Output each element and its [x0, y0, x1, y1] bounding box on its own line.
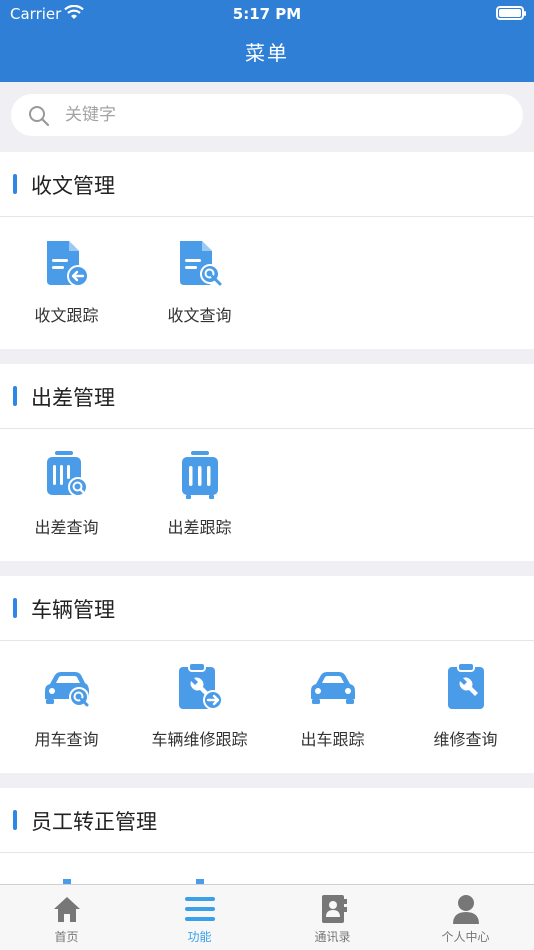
tab-functions[interactable]: 功能: [133, 885, 266, 950]
section-accent-bar: [13, 174, 17, 194]
contacts-book-icon: [322, 895, 347, 923]
menu-item-label: 出差跟踪: [167, 518, 232, 537]
navigation-bar: 菜单: [0, 28, 534, 82]
section-accent-bar: [13, 810, 17, 830]
section-title: 收文管理: [31, 174, 115, 198]
section-vehicle-management: 车辆管理 用车查询 车辆维修跟踪 出车跟踪 维修查询: [0, 576, 534, 773]
menu-item-vehicle-repair-tracking[interactable]: 车辆维修跟踪: [133, 641, 266, 773]
tab-personal-center[interactable]: 个人中心: [399, 885, 532, 950]
partial-menu-icon: [196, 879, 204, 884]
menu-item-label: 车辆维修跟踪: [151, 730, 248, 749]
section-business-trip-management: 出差管理 出差查询 出差跟踪: [0, 364, 534, 561]
menu-item-label: 出差查询: [34, 518, 99, 537]
section-title: 员工转正管理: [31, 810, 157, 834]
tab-home[interactable]: 首页: [0, 885, 133, 950]
tab-label: 首页: [54, 930, 79, 944]
menu-item-repair-query[interactable]: 维修查询: [399, 641, 532, 773]
car-icon: [311, 672, 355, 704]
menu-item-document-query[interactable]: 收文查询: [133, 217, 266, 349]
menu-item-label: 维修查询: [433, 730, 498, 749]
section-accent-bar: [13, 386, 17, 406]
person-icon: [453, 895, 479, 924]
section-header: 出差管理: [0, 364, 534, 429]
home-icon: [54, 897, 80, 922]
section-title: 车辆管理: [31, 598, 115, 622]
section-header: 收文管理: [0, 152, 534, 217]
menu-item-trip-tracking[interactable]: 出差跟踪: [133, 429, 266, 561]
menu-item-label: 用车查询: [34, 730, 99, 749]
tab-label: 个人中心: [441, 930, 490, 944]
section-header: 车辆管理: [0, 576, 534, 641]
luggage-search-icon: [47, 451, 88, 497]
clock: 5:17 PM: [232, 5, 302, 23]
tab-label: 功能: [187, 930, 212, 944]
section-title: 出差管理: [31, 386, 115, 410]
menu-item-label: 收文查询: [167, 306, 232, 325]
menu-list-icon: [185, 897, 215, 921]
document-search-icon: [180, 241, 222, 286]
page-title: 菜单: [245, 41, 289, 65]
repair-clipboard-forward-icon: [179, 662, 223, 710]
partial-menu-icon: [63, 879, 71, 884]
section-employee-confirmation-management: 员工转正管理: [0, 788, 534, 884]
luggage-icon: [182, 451, 218, 499]
battery-icon: [496, 6, 526, 20]
menu-item-label: 收文跟踪: [34, 306, 99, 325]
car-search-icon: [45, 672, 89, 707]
section-accent-bar: [13, 598, 17, 618]
repair-clipboard-icon: [448, 662, 484, 709]
status-bar: Carrier 5:17 PM: [0, 0, 534, 28]
tab-label: 通讯录: [314, 930, 351, 944]
menu-item-trip-query[interactable]: 出差查询: [0, 429, 133, 561]
search-box[interactable]: [11, 94, 523, 136]
search-icon: [27, 104, 51, 132]
menu-item-label: 出车跟踪: [300, 730, 365, 749]
section-header: 员工转正管理: [0, 788, 534, 853]
search-area: [0, 82, 534, 148]
tab-contacts[interactable]: 通讯录: [266, 885, 399, 950]
menu-item-document-tracking[interactable]: 收文跟踪: [0, 217, 133, 349]
menu-item-car-dispatch-tracking[interactable]: 出车跟踪: [266, 641, 399, 773]
menu-item-car-query[interactable]: 用车查询: [0, 641, 133, 773]
tab-bar: 首页 功能 通讯录 个人中心: [0, 884, 534, 950]
search-input[interactable]: [65, 102, 505, 128]
document-back-icon: [47, 241, 89, 287]
section-document-management: 收文管理 收文跟踪 收文查询: [0, 152, 534, 349]
